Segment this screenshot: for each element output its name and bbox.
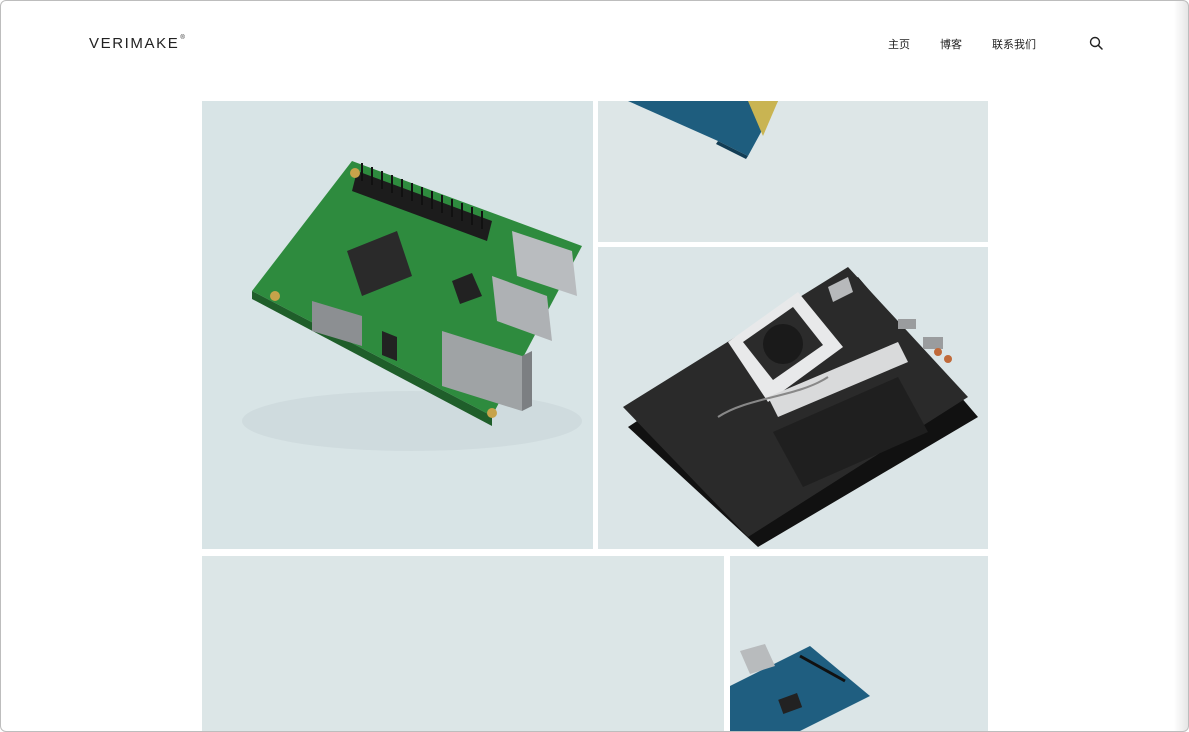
gallery-image-jetson-tx2[interactable]	[598, 247, 988, 549]
search-icon[interactable]	[1089, 36, 1103, 50]
nav-contact[interactable]: 联系我们	[992, 36, 1036, 52]
jetson-tx2-photo	[623, 267, 978, 547]
site-logo[interactable]: VERIMAKE®	[89, 35, 186, 52]
raspberry-pi-photo	[242, 161, 582, 451]
gallery-image-arduino-top[interactable]	[598, 101, 988, 242]
page-edge-shadow	[1174, 1, 1188, 731]
arduino-partial-photo	[628, 101, 778, 159]
main-nav: 主页 博客 联系我们	[888, 36, 1066, 52]
nav-blog[interactable]: 博客	[940, 36, 962, 52]
logo-text: VERIMAKE	[89, 35, 180, 52]
site-header: VERIMAKE® 主页 博客 联系我们	[1, 1, 1188, 87]
browser-window: VERIMAKE® 主页 博客 联系我们	[0, 0, 1189, 732]
gallery-image-background[interactable]	[202, 556, 724, 731]
arduino-photo	[730, 644, 870, 731]
registered-mark: ®	[180, 35, 187, 41]
gallery-image-raspberry-pi[interactable]	[202, 101, 593, 549]
nav-home[interactable]: 主页	[888, 36, 910, 52]
gallery-image-arduino[interactable]	[730, 556, 988, 731]
